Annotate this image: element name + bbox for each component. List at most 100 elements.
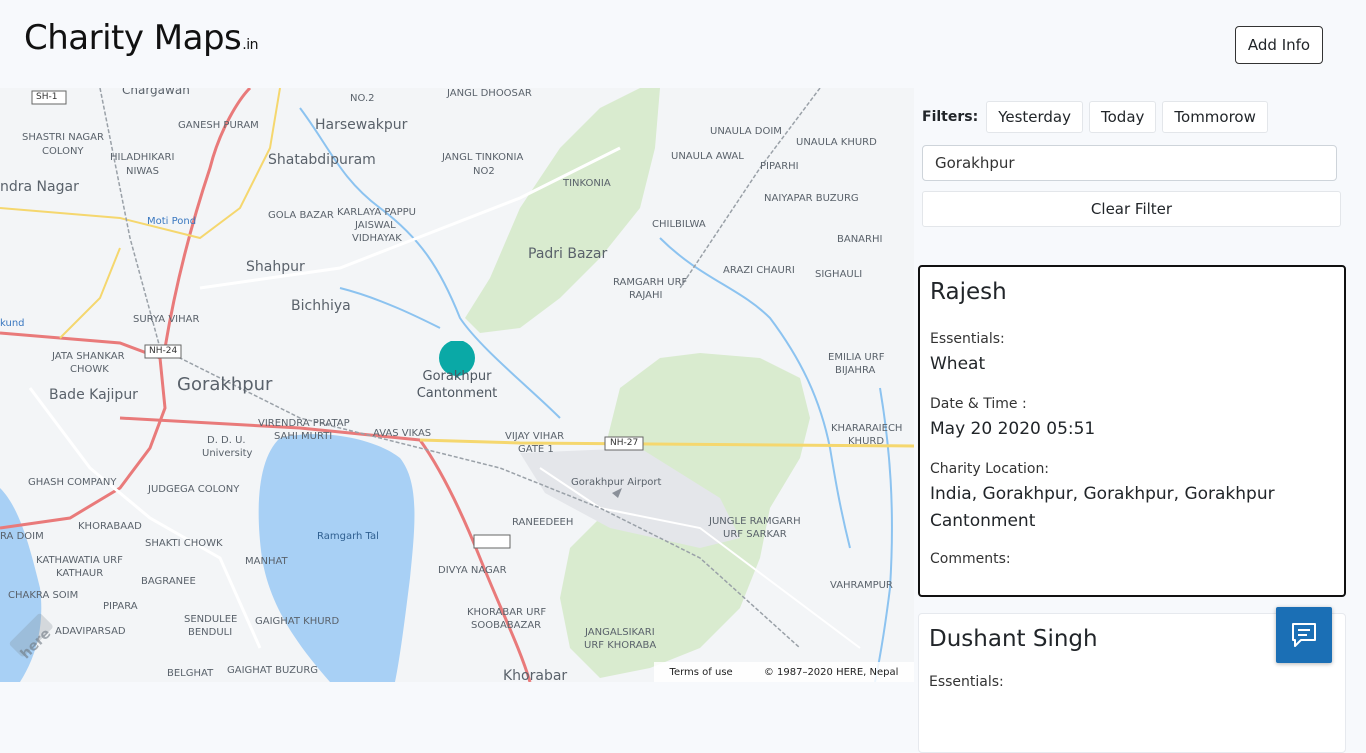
map-label: KATHAWATIA URF [36, 555, 123, 566]
map-label: Gorakhpur [177, 374, 273, 395]
map-label: JATA SHANKAR [52, 351, 125, 362]
map-label: JUDGEGA COLONY [148, 484, 240, 495]
map-label: SH-1 [36, 92, 58, 102]
map-label: Shatabdipuram [268, 152, 376, 168]
filter-yesterday-button[interactable]: Yesterday [986, 101, 1084, 133]
brand-name: Charity Maps [24, 18, 242, 58]
map-label: CHILBILWA [652, 219, 706, 230]
map-label: KHARARAIECH [831, 423, 903, 434]
map-label: BELGHAT [167, 668, 214, 679]
sidebar: Filters: Yesterday Today Tommorow Gorakh… [914, 88, 1366, 753]
map-label: SAHI MURTI [274, 431, 333, 442]
map-label: AVAS VIKAS [373, 428, 432, 439]
map-label: GHASH COMPANY [28, 477, 117, 488]
map-label: D. D. U. [207, 435, 246, 446]
brand-logo[interactable]: Charity Maps.in [24, 18, 258, 58]
map-label: BIJAHRA [835, 365, 876, 376]
map-label: RA DOIM [0, 531, 44, 542]
map-label: GATE 1 [518, 444, 554, 455]
map-label: KARLAYA PAPPU [337, 207, 416, 218]
map-label: Bichhiya [291, 298, 351, 314]
donor-name: Dushant Singh [929, 626, 1098, 652]
brand-tld: .in [242, 37, 258, 53]
map-label: RAJAHI [629, 290, 663, 301]
map-label: RANEEDEEH [512, 517, 574, 528]
map-label: URF SARKAR [723, 529, 787, 540]
filter-tomorrow-button[interactable]: Tommorow [1162, 101, 1268, 133]
datetime-label: Date & Time : [930, 396, 1027, 412]
essentials-label: Essentials: [930, 331, 1005, 347]
map-label: NAIYAPAR BUZURG [764, 193, 859, 204]
map-label: SURYA VIHAR [133, 314, 200, 325]
map-label: VIRENDRA PRATAP [258, 418, 350, 429]
map-label: BANARHI [837, 234, 883, 245]
map-label: Chargawan [122, 88, 190, 97]
map-label: PIPARA [103, 601, 138, 612]
map-label: JANGL TINKONIA [442, 152, 524, 163]
map-label: Padri Bazar [528, 246, 608, 262]
map-label: BENDULI [188, 627, 233, 638]
map-label: PIPARHI [760, 161, 799, 172]
charity-card[interactable]: Rajesh Essentials: Wheat Date & Time : M… [918, 265, 1346, 597]
map-label: VIJAY VIHAR [505, 431, 565, 442]
map-label: kund [0, 318, 25, 329]
map-label: GAIGHAT KHURD [255, 616, 340, 627]
map-label: JAISWAL [355, 220, 396, 231]
map-label: GOLA BAZAR [268, 210, 334, 221]
map-label: RAMGARH URF [613, 277, 688, 288]
copyright-text: © 1987–2020 HERE, Nepal [763, 666, 899, 678]
filter-today-button[interactable]: Today [1089, 101, 1157, 133]
map-label: COLONY [42, 146, 84, 157]
map-label: BAGRANEE [141, 576, 196, 587]
map-attribution: Terms of use © 1987–2020 HERE, Nepal [654, 662, 914, 682]
map-label: EMILIA URF [828, 352, 885, 363]
map-label: CHAKRA SOIM [8, 590, 79, 601]
map-label: HILADHIKARI [110, 152, 175, 163]
add-info-button[interactable]: Add Info [1235, 26, 1323, 64]
map-label: Bade Kajipur [49, 387, 138, 403]
map-label: VIDHAYAK [352, 233, 402, 244]
map-label: CHOWK [70, 364, 109, 375]
map-label: JANGL DHOOSAR [447, 88, 532, 99]
map-label: Harsewakpur [315, 117, 408, 133]
map-view[interactable]: SH-1 Chargawan NO.2 JANGL DHOOSAR SHASTR… [0, 88, 914, 682]
map-label: ADAVIPARSAD [55, 626, 126, 637]
location-filter-input[interactable]: Gorakhpur [922, 145, 1337, 181]
map-label: TINKONIA [563, 178, 611, 189]
location-value: India, Gorakhpur, Gorakhpur, Gorakhpur C… [930, 484, 1275, 531]
marker-label: Gorakhpur Cantonment [416, 369, 498, 401]
terms-of-use-link[interactable]: Terms of use [670, 667, 733, 678]
map-label: JANGALSIKARI [585, 627, 655, 638]
map-label: NIWAS [126, 166, 159, 177]
map-label: NO2 [473, 166, 495, 177]
essentials-label: Essentials: [929, 674, 1004, 690]
map-label: NO.2 [350, 93, 375, 104]
map-label: SIGHAULI [815, 269, 863, 280]
map-label: SHAKTI CHOWK [145, 538, 223, 549]
map-label: ndra Nagar [0, 179, 79, 195]
map-label: KHORABAAD [78, 521, 142, 532]
filters-label: Filters: [922, 109, 979, 125]
map-label: UNAULA AWAL [671, 151, 744, 162]
map-label: SHASTRI NAGAR [22, 132, 104, 143]
app-header: Charity Maps.in Add Info [0, 0, 1366, 88]
map-label: MANHAT [245, 556, 288, 567]
map-label: ARAZI CHAURI [723, 265, 795, 276]
datetime-value: May 20 2020 05:51 [930, 419, 1096, 439]
map-label: VAHRAMPUR [830, 580, 893, 591]
map-label: KHURD [848, 436, 885, 447]
map-label: KATHAUR [56, 568, 104, 579]
chat-icon [1292, 623, 1316, 647]
map-label: KHORABAR URF [467, 607, 547, 618]
clear-filter-button[interactable]: Clear Filter [922, 191, 1341, 227]
map-label: UNAULA DOIM [710, 126, 782, 137]
donor-name: Rajesh [930, 279, 1007, 305]
map-label: Shahpur [246, 259, 305, 275]
filters-bar: Filters: Yesterday Today Tommorow [922, 101, 1268, 133]
map-label: Moti Pond [147, 216, 197, 227]
map-label: NH-27 [610, 438, 639, 448]
map-label: Gorakhpur Airport [571, 477, 662, 488]
map-label: SOOBABAZAR [471, 620, 542, 631]
chat-button[interactable] [1276, 607, 1332, 663]
map-label: NH-24 [149, 346, 178, 356]
